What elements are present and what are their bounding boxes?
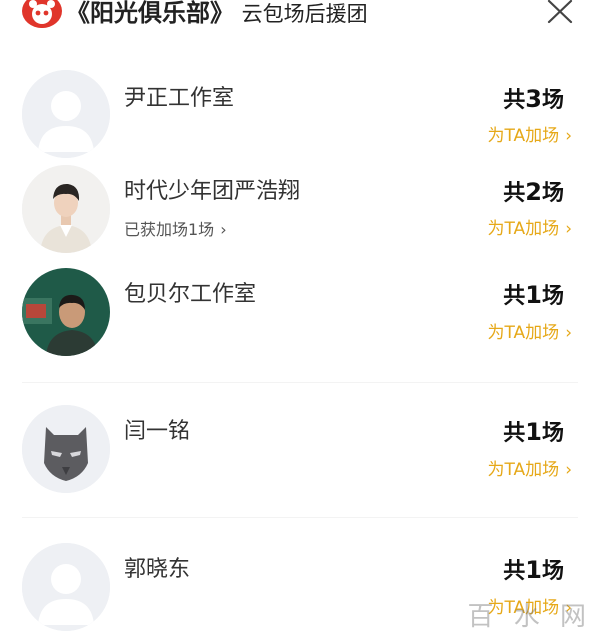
supporter-avatar (22, 268, 110, 356)
count-value: 1 (525, 281, 542, 309)
count-suffix: 场 (541, 88, 564, 113)
boost-label: 为TA加场 (487, 219, 560, 239)
boost-button[interactable]: 为TA加场 › (487, 124, 572, 148)
movie-title: 《阳光俱乐部》 (66, 0, 234, 27)
page-subtitle: 云包场后援团 (241, 2, 368, 26)
boost-status-link[interactable]: 已获加场1场 › (124, 219, 227, 241)
list-item[interactable]: 包贝尔工作室 共1场 为TA加场 › (0, 268, 600, 368)
session-count: 共1场 (503, 417, 564, 449)
chevron-right-icon: › (565, 219, 572, 239)
chevron-right-icon: › (565, 323, 572, 343)
divider (22, 517, 578, 518)
count-value: 2 (525, 178, 542, 206)
count-prefix: 共 (503, 284, 526, 309)
panther-mask-icon (22, 405, 110, 493)
count-suffix: 场 (541, 181, 564, 206)
supporter-name: 尹正工作室 (124, 86, 235, 111)
close-button[interactable] (542, 0, 576, 28)
count-prefix: 共 (503, 181, 526, 206)
session-count: 共2场 (503, 177, 564, 209)
watermark: 百 水 网 (467, 602, 592, 632)
boost-label: 为TA加场 (487, 323, 560, 343)
supporter-name: 郭晓东 (124, 557, 191, 582)
page-title: 《阳光俱乐部》 云包场后援团 (66, 0, 368, 31)
boost-status-text: 已获加场1场 (124, 220, 215, 239)
panel-header: 《阳光俱乐部》 云包场后援团 (0, 0, 600, 40)
chevron-right-icon: › (565, 460, 572, 480)
support-group-panel: 《阳光俱乐部》 云包场后援团 尹正工作室 共3场 为TA加场 › 时代少年团严浩… (0, 0, 600, 633)
default-avatar-icon (22, 70, 110, 158)
boost-button[interactable]: 为TA加场 › (487, 458, 572, 482)
close-icon (547, 0, 573, 24)
count-value: 3 (525, 85, 542, 113)
boost-label: 为TA加场 (487, 126, 560, 146)
panda-logo-icon (22, 0, 62, 28)
count-prefix: 共 (503, 421, 526, 446)
count-suffix: 场 (541, 421, 564, 446)
boost-button[interactable]: 为TA加场 › (487, 217, 572, 241)
count-suffix: 场 (541, 559, 564, 584)
session-count: 共1场 (503, 555, 564, 587)
count-value: 1 (525, 418, 542, 446)
list-item[interactable]: 闫一铭 共1场 为TA加场 › (0, 405, 600, 505)
session-count: 共3场 (503, 84, 564, 116)
divider (22, 382, 578, 383)
supporter-name: 闫一铭 (124, 419, 191, 444)
supporter-name: 时代少年团严浩翔 (124, 179, 301, 204)
list-item[interactable]: 尹正工作室 共3场 为TA加场 › (0, 70, 600, 170)
supporter-avatar (22, 165, 110, 253)
default-avatar-icon (22, 543, 110, 631)
count-prefix: 共 (503, 88, 526, 113)
count-prefix: 共 (503, 559, 526, 584)
boost-label: 为TA加场 (487, 460, 560, 480)
session-count: 共1场 (503, 280, 564, 312)
supporter-name: 包贝尔工作室 (124, 282, 257, 307)
count-suffix: 场 (541, 284, 564, 309)
count-value: 1 (525, 556, 542, 584)
list-item[interactable]: 时代少年团严浩翔 已获加场1场 › 共2场 为TA加场 › (0, 165, 600, 265)
chevron-right-icon: › (565, 126, 572, 146)
chevron-right-icon: › (220, 220, 227, 239)
boost-button[interactable]: 为TA加场 › (487, 321, 572, 345)
